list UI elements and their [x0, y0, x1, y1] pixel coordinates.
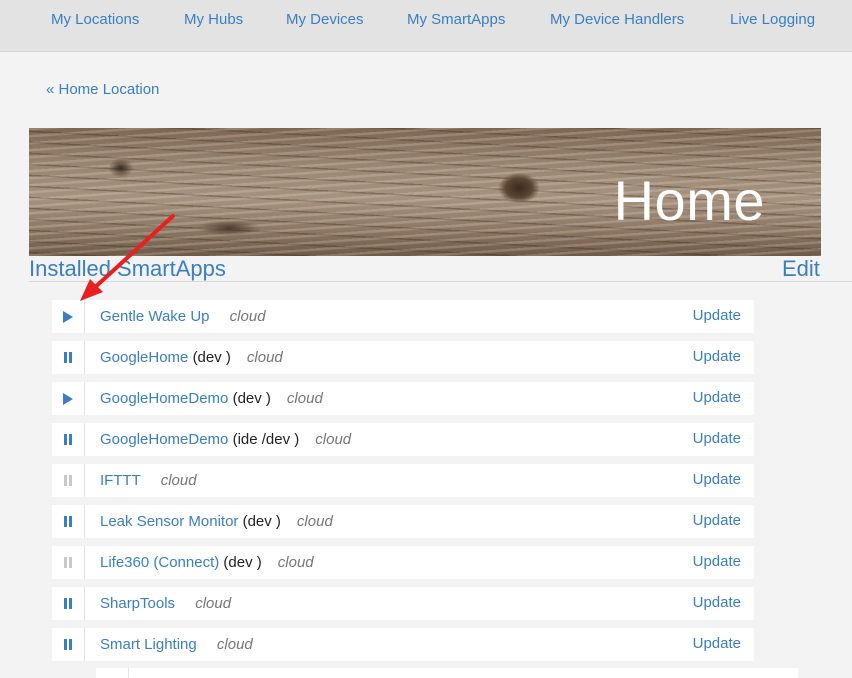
app-env: cloud [246, 349, 283, 366]
nav-my-locations[interactable]: My Locations [51, 11, 139, 28]
app-name-link[interactable]: GoogleHomeDemo [100, 431, 228, 448]
app-suffix: (dev ) [223, 554, 262, 571]
app-name-link[interactable]: GoogleHome [100, 349, 188, 366]
update-link[interactable]: Update [693, 307, 741, 324]
update-link[interactable]: Update [693, 512, 741, 529]
edit-link[interactable]: Edit [782, 256, 820, 282]
play-icon[interactable] [52, 382, 85, 415]
update-link[interactable]: Update [693, 389, 741, 406]
app-info: Leak Sensor Monitor (dev ) cloud [100, 513, 333, 530]
nav-my-smartapps[interactable]: My SmartApps [407, 11, 505, 28]
pause-icon[interactable] [52, 423, 85, 456]
update-link[interactable]: Update [693, 471, 741, 488]
location-banner: Home [29, 128, 821, 256]
app-env: cloud [195, 595, 232, 612]
list-item: Leak Sensor Monitor (dev ) cloud Update [52, 505, 754, 538]
list-item: GoogleHome (dev ) cloud Update [52, 341, 754, 374]
installed-smartapps-list: Gentle Wake Up cloud Update GoogleHome (de… [52, 300, 754, 669]
list-item: Gentle Wake Up cloud Update [52, 300, 754, 333]
banner-title: Home [613, 169, 765, 232]
app-env: cloud [216, 636, 253, 653]
update-link[interactable]: Update [693, 430, 741, 447]
section-title: Installed SmartApps [29, 256, 226, 281]
breadcrumb-home-location[interactable]: « Home Location [46, 81, 159, 98]
app-info: GoogleHome (dev ) cloud [100, 349, 283, 366]
app-name-link[interactable]: GoogleHomeDemo [100, 390, 228, 407]
app-suffix: (ide /dev ) [232, 431, 300, 448]
pause-icon[interactable] [52, 628, 85, 661]
list-item-partial [96, 668, 798, 678]
list-item: SharpTools cloud Update [52, 587, 754, 620]
app-info: Life360 (Connect) (dev ) cloud [100, 554, 314, 571]
app-name-link[interactable]: SharpTools [100, 595, 175, 612]
update-link[interactable]: Update [693, 553, 741, 570]
pause-icon[interactable] [52, 587, 85, 620]
app-env: cloud [296, 513, 333, 530]
section-divider [29, 281, 852, 282]
app-env: cloud [160, 472, 197, 489]
app-env: cloud [229, 308, 266, 325]
app-name-link[interactable]: Gentle Wake Up [100, 308, 210, 325]
app-suffix: (dev ) [232, 390, 271, 407]
app-info: GoogleHomeDemo (dev ) cloud [100, 390, 323, 407]
app-env: cloud [286, 390, 323, 407]
play-icon[interactable] [52, 300, 85, 333]
nav-live-logging[interactable]: Live Logging [730, 11, 815, 28]
app-name-link[interactable]: Leak Sensor Monitor [100, 513, 238, 530]
app-info: Smart Lighting cloud [100, 636, 253, 653]
pause-icon[interactable] [52, 505, 85, 538]
app-name-link[interactable]: Life360 (Connect) [100, 554, 219, 571]
list-item: GoogleHomeDemo (ide /dev ) cloud Update [52, 423, 754, 456]
list-item: GoogleHomeDemo (dev ) cloud Update [52, 382, 754, 415]
update-link[interactable]: Update [693, 635, 741, 652]
pause-icon[interactable] [52, 341, 85, 374]
app-info: GoogleHomeDemo (ide /dev ) cloud [100, 431, 351, 448]
app-info: IFTTT cloud [100, 472, 197, 489]
update-link[interactable]: Update [693, 594, 741, 611]
pause-disabled-icon[interactable] [52, 546, 85, 579]
app-info: SharpTools cloud [100, 595, 231, 612]
update-link[interactable]: Update [693, 348, 741, 365]
list-item: IFTTT cloud Update [52, 464, 754, 497]
app-name-link[interactable]: IFTTT [100, 472, 141, 489]
app-name-link[interactable]: Smart Lighting [100, 636, 197, 653]
app-suffix: (dev ) [242, 513, 281, 530]
nav-my-hubs[interactable]: My Hubs [184, 11, 243, 28]
list-item: Smart Lighting cloud Update [52, 628, 754, 661]
list-item: Life360 (Connect) (dev ) cloud Update [52, 546, 754, 579]
pause-disabled-icon[interactable] [52, 464, 85, 497]
app-suffix: (dev ) [192, 349, 231, 366]
app-env: cloud [315, 431, 352, 448]
nav-my-devices[interactable]: My Devices [286, 11, 364, 28]
top-navigation: My Locations My Hubs My Devices My Smart… [0, 0, 852, 52]
app-info: Gentle Wake Up cloud [100, 308, 266, 325]
app-env: cloud [277, 554, 314, 571]
nav-my-device-handlers[interactable]: My Device Handlers [550, 11, 684, 28]
